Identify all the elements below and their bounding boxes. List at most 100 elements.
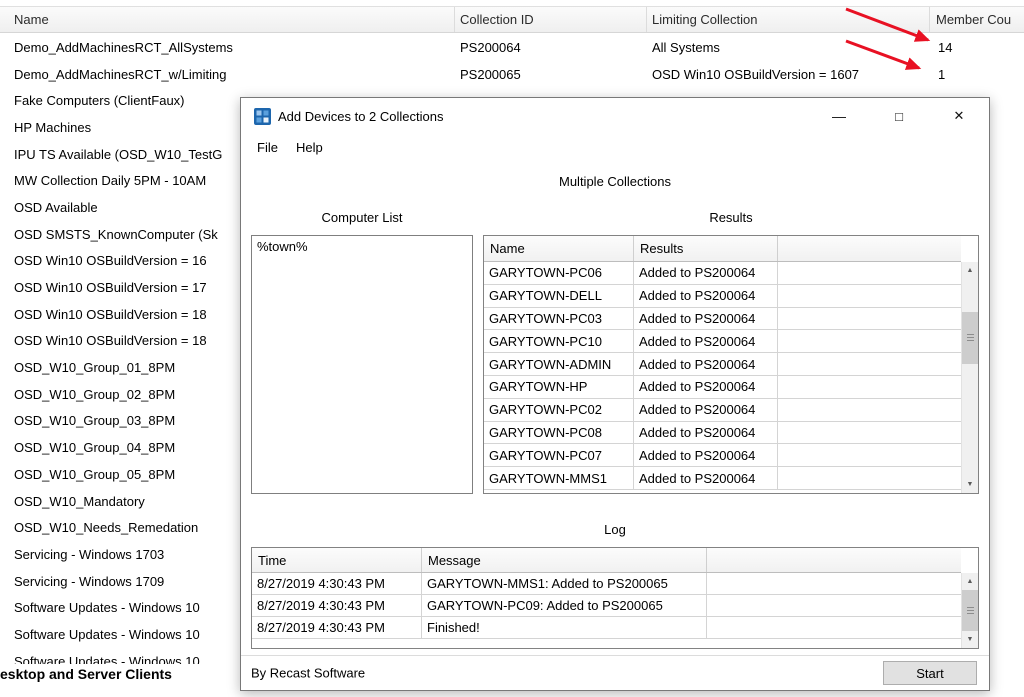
result-empty-cell [778,376,961,399]
log-column-message[interactable]: Message [422,548,707,572]
start-button[interactable]: Start [883,661,977,685]
result-empty-cell [778,444,961,467]
result-name-cell: GARYTOWN-MMS1 [484,467,634,490]
log-row[interactable]: 8/27/2019 4:30:43 PMFinished! [252,617,961,639]
results-row[interactable]: GARYTOWN-PC10Added to PS200064 [484,330,961,353]
scroll-up-icon[interactable]: ▲ [962,262,978,279]
menu-file[interactable]: File [248,136,287,159]
result-status-cell: Added to PS200064 [634,308,778,331]
result-name-cell: GARYTOWN-DELL [484,285,634,308]
result-status-cell: Added to PS200064 [634,376,778,399]
member-count-cell: 1 [938,61,1018,88]
results-row[interactable]: GARYTOWN-PC06Added to PS200064 [484,262,961,285]
results-row[interactable]: GARYTOWN-HPAdded to PS200064 [484,376,961,399]
result-name-cell: GARYTOWN-ADMIN [484,353,634,376]
menu-help[interactable]: Help [287,136,332,159]
column-header-limiting-collection[interactable]: Limiting Collection [647,7,930,32]
window-controls: — □ ✕ [809,98,989,134]
collection-name-cell: Demo_AddMachinesRCT_AllSystems [14,34,454,61]
result-name-cell: GARYTOWN-PC02 [484,399,634,422]
log-time-cell: 8/27/2019 4:30:43 PM [252,617,422,639]
result-name-cell: GARYTOWN-PC08 [484,422,634,445]
results-row[interactable]: GARYTOWN-PC07Added to PS200064 [484,444,961,467]
maximize-icon[interactable]: □ [869,98,929,134]
log-rows: 8/27/2019 4:30:43 PMGARYTOWN-MMS1: Added… [252,573,961,648]
result-empty-cell [778,422,961,445]
result-empty-cell [778,399,961,422]
result-status-cell: Added to PS200064 [634,262,778,285]
log-empty-cell [707,617,961,639]
scroll-up-icon[interactable]: ▲ [962,573,978,590]
scroll-grip-icon [967,607,974,615]
dialog-title: Add Devices to 2 Collections [278,109,443,124]
results-rows: GARYTOWN-PC06Added to PS200064GARYTOWN-D… [484,262,961,493]
log-message-cell: Finished! [422,617,707,639]
results-column-results[interactable]: Results [634,236,778,261]
collection-row[interactable]: Demo_AddMachinesRCT_AllSystemsPS200064 Al… [0,34,1024,61]
result-status-cell: Added to PS200064 [634,399,778,422]
result-status-cell: Added to PS200064 [634,330,778,353]
results-row[interactable]: GARYTOWN-PC08Added to PS200064 [484,422,961,445]
scroll-down-icon[interactable]: ▼ [962,476,978,493]
log-column-time[interactable]: Time [252,548,422,572]
result-empty-cell [778,353,961,376]
scroll-down-icon[interactable]: ▼ [962,631,978,648]
computer-list-label: Computer List [251,210,473,225]
screen: Name Collection ID Limiting Collection M… [0,0,1024,697]
result-status-cell: Added to PS200064 [634,467,778,490]
collection-id-cell: PS200064 [460,34,645,61]
dialog-titlebar[interactable]: Add Devices to 2 Collections — □ ✕ [241,98,989,134]
log-label: Log [251,522,979,537]
collections-list-header: Name Collection ID Limiting Collection M… [0,6,1024,33]
results-row[interactable]: GARYTOWN-PC03Added to PS200064 [484,308,961,331]
close-icon[interactable]: ✕ [929,98,989,134]
log-row[interactable]: 8/27/2019 4:30:43 PMGARYTOWN-MMS1: Added… [252,573,961,595]
collection-id-cell: PS200065 [460,61,645,88]
log-time-cell: 8/27/2019 4:30:43 PM [252,573,422,595]
limiting-collection-cell: OSD Win10 OSBuildVersion = 1607 [652,61,930,88]
minimize-icon[interactable]: — [809,98,869,134]
log-column-filler [707,548,961,572]
scroll-thumb[interactable] [962,590,978,631]
section-title: Multiple Collections [241,174,989,189]
add-devices-dialog: Add Devices to 2 Collections — □ ✕ File … [240,97,990,691]
log-empty-cell [707,573,961,595]
results-label: Results [483,210,979,225]
results-scrollbar[interactable]: ▲ ▼ [961,262,978,493]
results-row[interactable]: GARYTOWN-PC02Added to PS200064 [484,399,961,422]
log-row[interactable]: 8/27/2019 4:30:43 PMGARYTOWN-PC09: Added… [252,595,961,617]
menu-bar: File Help [241,134,989,160]
app-icon [254,108,271,125]
result-empty-cell [778,330,961,353]
result-name-cell: GARYTOWN-PC07 [484,444,634,467]
result-empty-cell [778,467,961,490]
results-grid: Name Results GARYTOWN-PC06Added to PS200… [483,235,979,494]
group-header-label: esktop and Server Clients [0,666,172,682]
collection-name-cell: Demo_AddMachinesRCT_w/Limiting [14,61,454,88]
log-scrollbar[interactable]: ▲ ▼ [961,573,978,648]
result-empty-cell [778,308,961,331]
results-row[interactable]: GARYTOWN-ADMINAdded to PS200064 [484,353,961,376]
scroll-thumb[interactable] [962,312,978,364]
result-name-cell: GARYTOWN-HP [484,376,634,399]
results-row[interactable]: GARYTOWN-DELLAdded to PS200064 [484,285,961,308]
collection-row[interactable]: Demo_AddMachinesRCT_w/LimitingPS200065 OS… [0,61,1024,88]
computer-list-input[interactable]: %town% [251,235,473,494]
limiting-collection-cell: All Systems [652,34,930,61]
result-empty-cell [778,285,961,308]
result-name-cell: GARYTOWN-PC10 [484,330,634,353]
column-header-name[interactable]: Name [0,7,455,32]
results-column-name[interactable]: Name [484,236,634,261]
log-grid: Time Message 8/27/2019 4:30:43 PMGARYTOW… [251,547,979,649]
log-message-cell: GARYTOWN-MMS1: Added to PS200065 [422,573,707,595]
results-row[interactable]: GARYTOWN-MMS1Added to PS200064 [484,467,961,490]
results-grid-header: Name Results [484,236,961,262]
result-status-cell: Added to PS200064 [634,285,778,308]
result-status-cell: Added to PS200064 [634,353,778,376]
log-time-cell: 8/27/2019 4:30:43 PM [252,595,422,617]
column-header-collection-id[interactable]: Collection ID [455,7,647,32]
result-status-cell: Added to PS200064 [634,444,778,467]
log-empty-cell [707,595,961,617]
column-header-member-count[interactable]: Member Cou [930,7,1024,32]
result-empty-cell [778,262,961,285]
